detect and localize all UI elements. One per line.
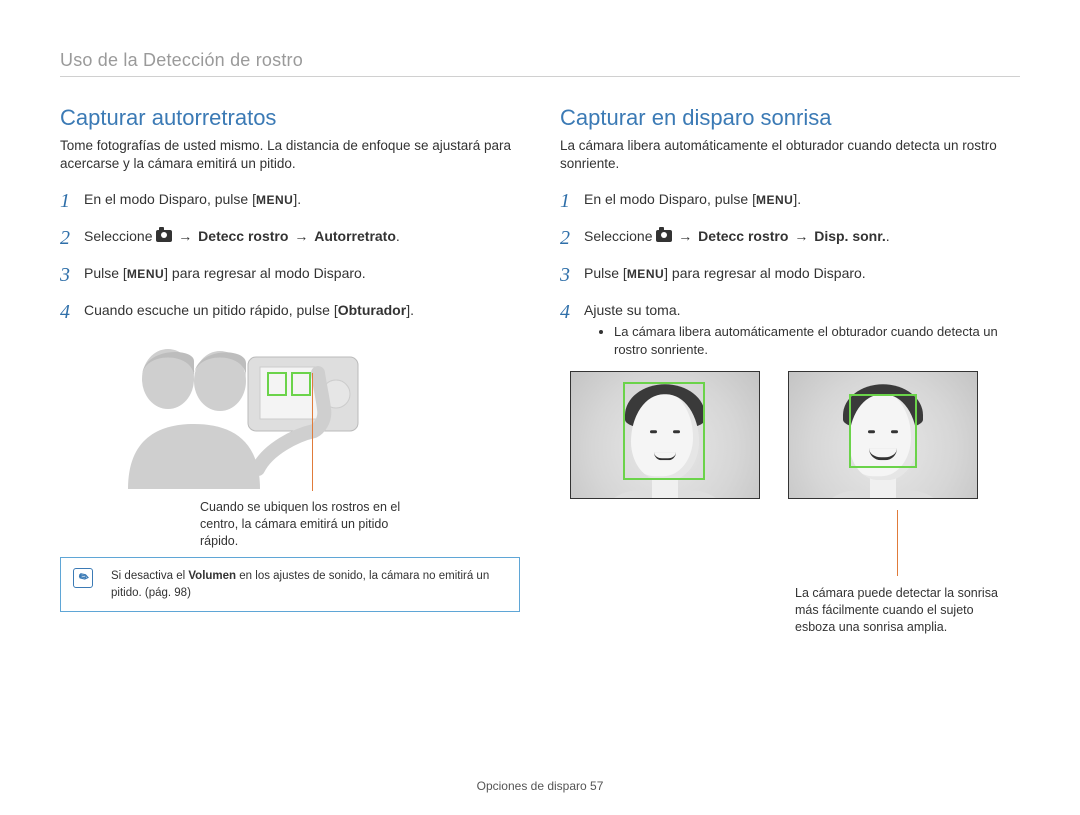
menu-icon: MENU xyxy=(627,267,664,281)
list-item: 4 Cuando escuche un pitido rápido, pulse… xyxy=(60,298,520,327)
step-text: Pulse [MENU] para regresar al modo Dispa… xyxy=(584,261,1020,283)
left-column: Capturar autorretratos Tome fotografías … xyxy=(60,105,520,612)
sub-item: La cámara libera automáticamente el obtu… xyxy=(614,323,1020,359)
step-text: En el modo Disparo, pulse [MENU]. xyxy=(84,187,520,209)
menu-icon: MENU xyxy=(256,193,293,207)
step-text: Ajuste su toma. La cámara libera automát… xyxy=(584,298,1020,359)
text: Pulse [ xyxy=(84,265,127,281)
sub-list: La cámara libera automáticamente el obtu… xyxy=(614,323,1020,359)
selfie-drawing xyxy=(108,339,368,489)
arrow-icon: → xyxy=(672,228,698,244)
list-item: 1 En el modo Disparo, pulse [MENU]. xyxy=(560,187,1020,216)
step-text: Cuando escuche un pitido rápido, pulse [… xyxy=(84,298,520,320)
camera-icon xyxy=(656,230,672,242)
page-footer: Opciones de disparo 57 xyxy=(0,779,1080,793)
smile-illustration xyxy=(560,371,1020,499)
selfie-illustration: Cuando se ubiquen los rostros en el cent… xyxy=(60,339,520,539)
text: Seleccione xyxy=(84,228,156,244)
text: Pulse [ xyxy=(584,265,627,281)
text: ] para regresar al modo Disparo. xyxy=(164,265,366,281)
bold-text: Detecc rostro xyxy=(698,228,788,244)
note-box: ✎ Si desactiva el Volumen en los ajustes… xyxy=(60,557,520,611)
right-intro: La cámara libera automáticamente el obtu… xyxy=(560,137,1020,173)
list-item: 3 Pulse [MENU] para regresar al modo Dis… xyxy=(60,261,520,290)
face-detection-box xyxy=(849,394,917,468)
step-text: En el modo Disparo, pulse [MENU]. xyxy=(584,187,1020,209)
text: ] para regresar al modo Disparo. xyxy=(664,265,866,281)
step-number: 3 xyxy=(60,261,84,290)
bold-text: Disp. sonr. xyxy=(814,228,886,244)
arrow-icon: → xyxy=(288,228,314,244)
callout-line xyxy=(897,510,898,576)
sample-shot-smile xyxy=(788,371,978,499)
text: Cuando escuche un pitido rápido, pulse [ xyxy=(84,302,338,318)
camera-icon xyxy=(156,230,172,242)
callout-line xyxy=(312,373,313,491)
note-text: Si desactiva el xyxy=(111,570,188,582)
list-item: 3 Pulse [MENU] para regresar al modo Dis… xyxy=(560,261,1020,290)
text: ]. xyxy=(293,191,301,207)
step-number: 2 xyxy=(60,224,84,253)
text: ]. xyxy=(406,302,414,318)
menu-icon: MENU xyxy=(756,193,793,207)
right-column: Capturar en disparo sonrisa La cámara li… xyxy=(560,105,1020,612)
left-title: Capturar autorretratos xyxy=(60,105,520,131)
left-steps: 1 En el modo Disparo, pulse [MENU]. 2 Se… xyxy=(60,187,520,327)
step-number: 4 xyxy=(60,298,84,327)
face-detection-box xyxy=(623,382,705,480)
text: En el modo Disparo, pulse [ xyxy=(84,191,256,207)
list-item: 1 En el modo Disparo, pulse [MENU]. xyxy=(60,187,520,216)
bold-text: Volumen xyxy=(188,570,236,582)
content-columns: Capturar autorretratos Tome fotografías … xyxy=(60,105,1020,612)
arrow-icon: → xyxy=(172,228,198,244)
step-number: 2 xyxy=(560,224,584,253)
note-icon: ✎ xyxy=(73,568,93,588)
step-text: Seleccione → Detecc rostro → Disp. sonr.… xyxy=(584,224,1020,246)
step-number: 3 xyxy=(560,261,584,290)
step-text: Pulse [MENU] para regresar al modo Dispa… xyxy=(84,261,520,283)
left-callout: Cuando se ubiquen los rostros en el cent… xyxy=(200,499,420,550)
bold-text: Autorretrato xyxy=(314,228,396,244)
list-item: 2 Seleccione → Detecc rostro → Disp. son… xyxy=(560,224,1020,253)
sample-shot-neutral xyxy=(570,371,760,499)
right-title: Capturar en disparo sonrisa xyxy=(560,105,1020,131)
text: Seleccione xyxy=(584,228,656,244)
arrow-icon: → xyxy=(788,228,814,244)
right-steps: 1 En el modo Disparo, pulse [MENU]. 2 Se… xyxy=(560,187,1020,359)
list-item: 2 Seleccione → Detecc rostro → Autorretr… xyxy=(60,224,520,253)
manual-page: Uso de la Detección de rostro Capturar a… xyxy=(0,0,1080,815)
bold-text: Detecc rostro xyxy=(198,228,288,244)
menu-icon: MENU xyxy=(127,267,164,281)
text: Ajuste su toma. xyxy=(584,302,681,318)
bold-text: Obturador xyxy=(338,302,406,318)
page-header: Uso de la Detección de rostro xyxy=(60,50,1020,77)
left-intro: Tome fotografías de usted mismo. La dist… xyxy=(60,137,520,173)
text: ]. xyxy=(793,191,801,207)
list-item: 4 Ajuste su toma. La cámara libera autom… xyxy=(560,298,1020,359)
text: En el modo Disparo, pulse [ xyxy=(584,191,756,207)
step-number: 1 xyxy=(60,187,84,216)
step-text: Seleccione → Detecc rostro → Autorretrat… xyxy=(84,224,520,246)
right-callout: La cámara puede detectar la sonrisa más … xyxy=(795,585,1005,636)
step-number: 4 xyxy=(560,298,584,327)
step-number: 1 xyxy=(560,187,584,216)
